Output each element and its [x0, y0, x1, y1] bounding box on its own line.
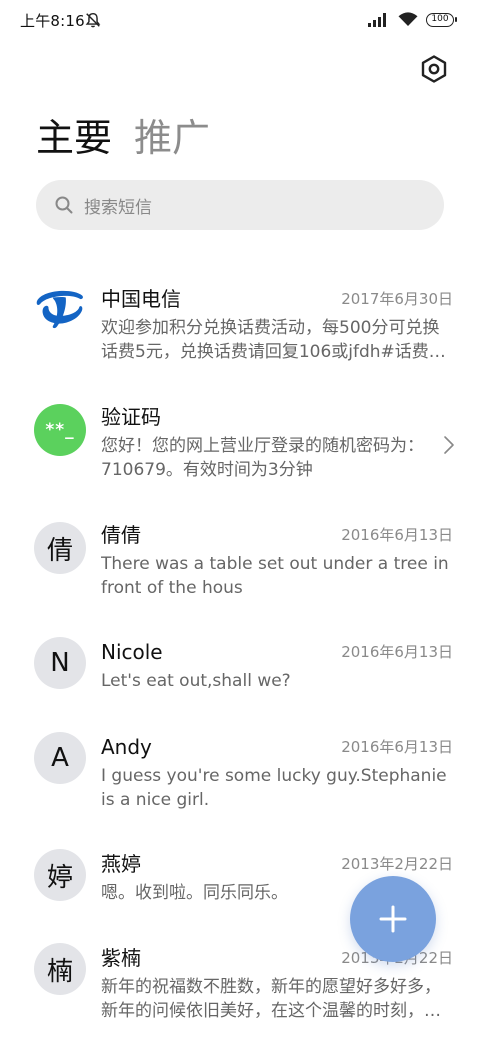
china-telecom-logo — [34, 284, 86, 336]
conversation-name: Nicole — [101, 640, 163, 664]
tab-bar: 主要 推广 — [36, 112, 210, 164]
avatar: N — [34, 637, 86, 689]
new-message-button[interactable] — [350, 876, 436, 962]
conversation-item[interactable]: 倩 倩倩 2016年6月13日 There was a table set ou… — [0, 522, 480, 602]
conversation-name: 倩倩 — [101, 523, 141, 547]
conversation-date: 2013年2月22日 — [341, 855, 453, 873]
conversation-preview: There was a table set out under a tree i… — [101, 554, 449, 598]
wifi-icon — [398, 12, 418, 26]
avatar-text: 倩 — [46, 535, 73, 566]
mute-icon — [85, 12, 101, 28]
avatar-text: **_ — [45, 420, 75, 440]
avatar: **_ — [34, 404, 86, 456]
plus-icon — [379, 905, 407, 933]
avatar-text: A — [51, 743, 69, 773]
tab-primary[interactable]: 主要 — [36, 112, 112, 164]
avatar: 楠 — [34, 943, 86, 995]
conversation-name: 验证码 — [101, 405, 161, 429]
status-icons: 100 — [368, 12, 457, 27]
conversation-item[interactable]: N Nicole 2016年6月13日 Let's eat out,shall … — [0, 637, 480, 699]
battery-level: 100 — [431, 13, 449, 24]
conversation-preview: Let's eat out,shall we? — [101, 671, 291, 691]
conversation-name: 紫楠 — [101, 946, 141, 970]
avatar-text: 楠 — [46, 956, 73, 987]
avatar: A — [34, 732, 86, 784]
conversation-date: 2016年6月13日 — [341, 738, 453, 756]
conversation-date: 2016年6月13日 — [341, 643, 453, 661]
conversation-name: 燕婷 — [101, 852, 141, 876]
hexagon-settings-icon — [421, 55, 447, 83]
tab-promotions[interactable]: 推广 — [134, 112, 210, 164]
conversation-preview: I guess you're some lucky guy.Stephanie … — [101, 766, 447, 810]
conversation-preview: 新年的祝福数不胜数，新年的愿望好多好多，新年的问候依旧美好，在这个温馨的时刻，… — [101, 977, 441, 1021]
search-bar[interactable]: 搜索短信 — [36, 180, 444, 230]
avatar: 婷 — [34, 849, 86, 901]
avatar-text: 婷 — [46, 862, 73, 893]
conversation-date: 2016年6月13日 — [341, 526, 453, 544]
status-bar: 上午8:16 100 — [0, 0, 480, 42]
conversation-item[interactable]: 中国电信 2017年6月30日 欢迎参加积分兑换话费活动，每500分可兑换话费5… — [0, 286, 480, 376]
conversation-preview: 您好！您的网上营业厅登录的随机密码为：710679。有效时间为3分钟 — [101, 436, 424, 480]
conversation-name: 中国电信 — [101, 287, 181, 311]
conversation-name: Andy — [101, 735, 152, 759]
chevron-right-icon — [444, 436, 454, 454]
status-time: 上午8:16 — [20, 12, 85, 30]
settings-button[interactable] — [417, 52, 451, 86]
avatar: 倩 — [34, 522, 86, 574]
conversation-date: 2017年6月30日 — [341, 290, 453, 308]
conversation-preview: 欢迎参加积分兑换话费活动，每500分可兑换话费5元，兑换话费请回复106或jfd… — [101, 318, 446, 362]
search-placeholder: 搜索短信 — [84, 197, 152, 218]
battery-icon: 100 — [426, 12, 457, 27]
avatar-text: N — [50, 648, 70, 678]
search-icon — [55, 196, 73, 214]
conversation-item[interactable]: A Andy 2016年6月13日 I guess you're some lu… — [0, 732, 480, 814]
signal-icon — [368, 12, 386, 27]
conversation-item[interactable]: **_ 验证码 您好！您的网上营业厅登录的随机密码为：710679。有效时间为3… — [0, 404, 480, 484]
